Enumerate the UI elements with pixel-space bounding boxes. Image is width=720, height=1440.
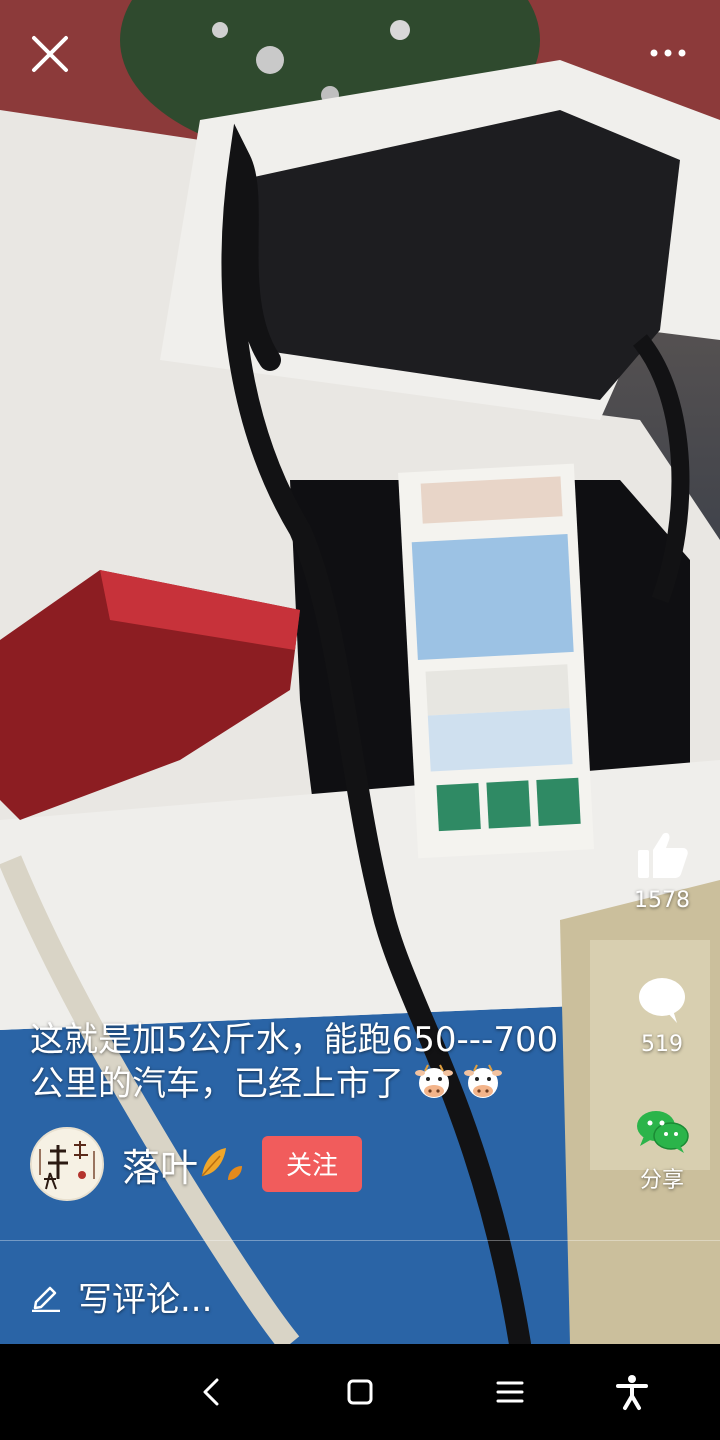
comment-input[interactable]: 写评论... <box>30 1268 212 1324</box>
like-button[interactable]: 1578 <box>624 830 700 913</box>
comment-count: 519 <box>641 1032 683 1057</box>
accessibility-icon <box>616 1375 648 1410</box>
pencil-icon <box>32 1286 60 1312</box>
back-button[interactable] <box>192 1372 232 1412</box>
autumn-leaf-icon <box>201 1148 243 1180</box>
speech-bubble-icon <box>639 978 685 1023</box>
home-icon <box>347 1379 373 1405</box>
follow-button[interactable]: 关注 <box>262 1136 363 1192</box>
close-button[interactable] <box>28 32 72 76</box>
caption-line-1: 这就是加5公斤水，能跑650---700 <box>30 1020 559 1060</box>
author-name[interactable]: 落叶 <box>122 1137 244 1192</box>
calligraphy-avatar-image <box>32 1129 102 1199</box>
caption-line-2-text: 公里的汽车，已经上市了 <box>30 1064 404 1104</box>
thumbs-up-icon <box>638 832 688 878</box>
cow-emoji-icon <box>414 1064 453 1098</box>
more-button[interactable] <box>644 38 692 68</box>
author-row: 落叶 关注 <box>30 1126 363 1202</box>
home-button[interactable] <box>340 1372 380 1412</box>
caption-line-2: 公里的汽车，已经上市了 <box>30 1062 590 1106</box>
share-button[interactable]: 分享 <box>624 1108 700 1194</box>
comment-button[interactable]: 519 <box>624 976 700 1057</box>
divider <box>0 1240 720 1241</box>
share-label: 分享 <box>639 1168 684 1193</box>
close-icon <box>32 36 68 72</box>
accessibility-button[interactable] <box>612 1372 652 1412</box>
menu-button[interactable] <box>490 1372 530 1412</box>
comment-placeholder: 写评论... <box>78 1279 213 1320</box>
more-icon <box>650 49 686 57</box>
system-nav-bar <box>0 1344 720 1440</box>
cow-emoji-icon <box>463 1064 502 1098</box>
avatar[interactable] <box>30 1127 104 1201</box>
wechat-icon <box>637 1111 689 1153</box>
back-icon <box>203 1378 219 1406</box>
author-name-text: 落叶 <box>122 1145 199 1190</box>
video-caption: 这就是加5公斤水，能跑650---700 公里的汽车，已经上市了 <box>30 1018 590 1106</box>
menu-icon <box>496 1381 524 1403</box>
like-count: 1578 <box>634 888 690 913</box>
